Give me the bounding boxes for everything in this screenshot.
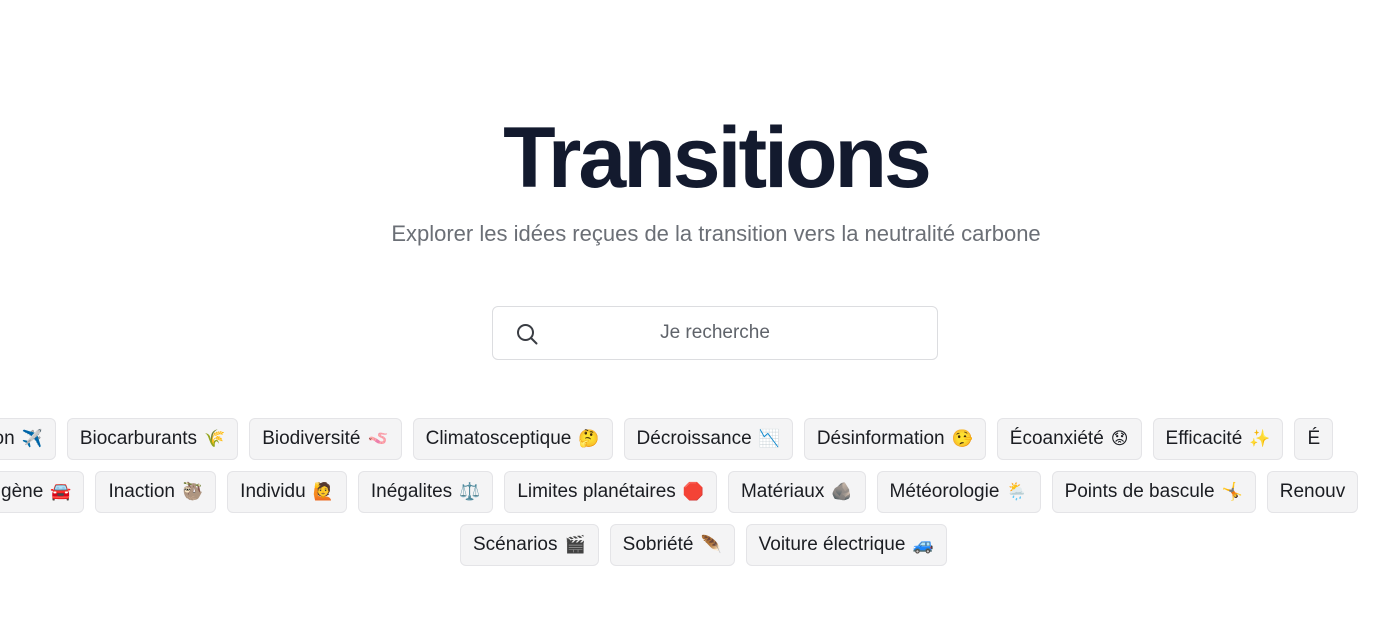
tag-label: Biodiversité — [262, 428, 361, 449]
tag-chip[interactable]: Inaction 🦥 — [95, 471, 217, 513]
tag-emoji-icon: 🎬 — [564, 535, 586, 555]
tag-row-2: gène 🚘 Inaction 🦥 Individu 🙋 Inégalites ⚖️ Limit… — [0, 471, 1359, 513]
tag-row-3: Scénarios 🎬 Sobriété 🪶 Voiture électrique 🚙 — [460, 524, 947, 566]
tag-emoji-icon: 🚙 — [912, 535, 934, 555]
tag-label: Voiture électrique — [758, 534, 906, 555]
tag-emoji-icon: 🚘 — [50, 482, 72, 502]
tag-label: Renouv — [1279, 481, 1346, 502]
tag-chip[interactable]: Climatosceptique 🤔 — [412, 418, 613, 460]
tag-chip[interactable]: Efficacité ✨ — [1152, 418, 1284, 460]
page: Transitions Explorer les idées reçues de… — [0, 0, 1400, 630]
tag-chip[interactable]: Biocarburants 🌾 — [66, 418, 239, 460]
tag-label: Individu — [240, 481, 306, 502]
tag-chip[interactable]: Matériaux 🪨 — [727, 471, 866, 513]
tag-chip[interactable]: Renouv — [1266, 471, 1359, 513]
tag-emoji-icon: 📉 — [758, 429, 780, 449]
tag-emoji-icon: 🤸 — [1221, 482, 1243, 502]
tag-label: Inaction — [108, 481, 175, 502]
tag-label: Points de bascule — [1064, 481, 1215, 502]
tag-chip[interactable]: Écoanxiété 😟 — [996, 418, 1142, 460]
search-icon[interactable] — [515, 322, 539, 346]
tag-label: Efficacité — [1165, 428, 1243, 449]
tag-chip[interactable]: gène 🚘 — [0, 471, 85, 513]
tag-label: Décroissance — [636, 428, 752, 449]
tag-chip[interactable]: Voiture électrique 🚙 — [745, 524, 947, 566]
tag-label: Biocarburants — [79, 428, 198, 449]
tag-chip[interactable]: tion ✈️ — [0, 418, 56, 460]
tag-emoji-icon: ⚖️ — [459, 482, 481, 502]
page-subtitle: Explorer les idées reçues de la transiti… — [391, 221, 1041, 246]
page-title: Transitions — [503, 110, 932, 206]
tag-label: gène — [1, 481, 44, 502]
tag-chip[interactable]: É — [1294, 418, 1334, 460]
tag-emoji-icon: 🌾 — [204, 429, 226, 449]
tag-label: Écoanxiété — [1009, 428, 1104, 449]
tag-chip[interactable]: Inégalites ⚖️ — [357, 471, 494, 513]
tag-chip[interactable]: Décroissance 📉 — [623, 418, 793, 460]
tag-chip[interactable]: Scénarios 🎬 — [460, 524, 599, 566]
tag-emoji-icon: 🪨 — [831, 482, 853, 502]
tag-label: Sobriété — [622, 534, 694, 555]
search-box[interactable] — [492, 306, 938, 360]
tag-label: É — [1307, 428, 1321, 449]
tag-label: Désinformation — [816, 428, 945, 449]
tag-chip[interactable]: Sobriété 🪶 — [609, 524, 735, 566]
tag-label: Limites planétaires — [517, 481, 676, 502]
tag-emoji-icon: 🦥 — [182, 482, 204, 502]
tag-emoji-icon: 🙋 — [312, 482, 334, 502]
tag-emoji-icon: 🪱 — [367, 429, 389, 449]
tag-chip[interactable]: Limites planétaires 🛑 — [504, 471, 717, 513]
tag-emoji-icon: 😟 — [1110, 429, 1129, 449]
tag-emoji-icon: 🌦️ — [1006, 482, 1028, 502]
tag-chip[interactable]: Désinformation 🤥 — [803, 418, 986, 460]
tag-label: Météorologie — [889, 481, 1000, 502]
tag-row-1: tion ✈️ Biocarburants 🌾 Biodiversité 🪱 Climato… — [0, 418, 1334, 460]
tag-emoji-icon: 🪶 — [700, 535, 722, 555]
tag-label: Scénarios — [473, 534, 558, 555]
tag-chip[interactable]: Individu 🙋 — [227, 471, 347, 513]
tag-label: Inégalites — [370, 481, 453, 502]
tag-label: Climatosceptique — [425, 428, 572, 449]
tag-emoji-icon: ✈️ — [21, 429, 43, 449]
tag-emoji-icon: 🤔 — [578, 429, 600, 449]
tag-emoji-icon: 🤥 — [951, 429, 973, 449]
tag-chip[interactable]: Biodiversité 🪱 — [249, 418, 402, 460]
tag-emoji-icon: 🛑 — [682, 482, 704, 502]
tag-emoji-icon: ✨ — [1249, 429, 1271, 449]
tag-label: Matériaux — [740, 481, 825, 502]
tag-chip[interactable]: Points de bascule 🤸 — [1051, 471, 1256, 513]
tag-label: tion — [0, 428, 15, 449]
tag-chip[interactable]: Météorologie 🌦️ — [876, 471, 1041, 513]
search-input[interactable] — [493, 307, 937, 359]
